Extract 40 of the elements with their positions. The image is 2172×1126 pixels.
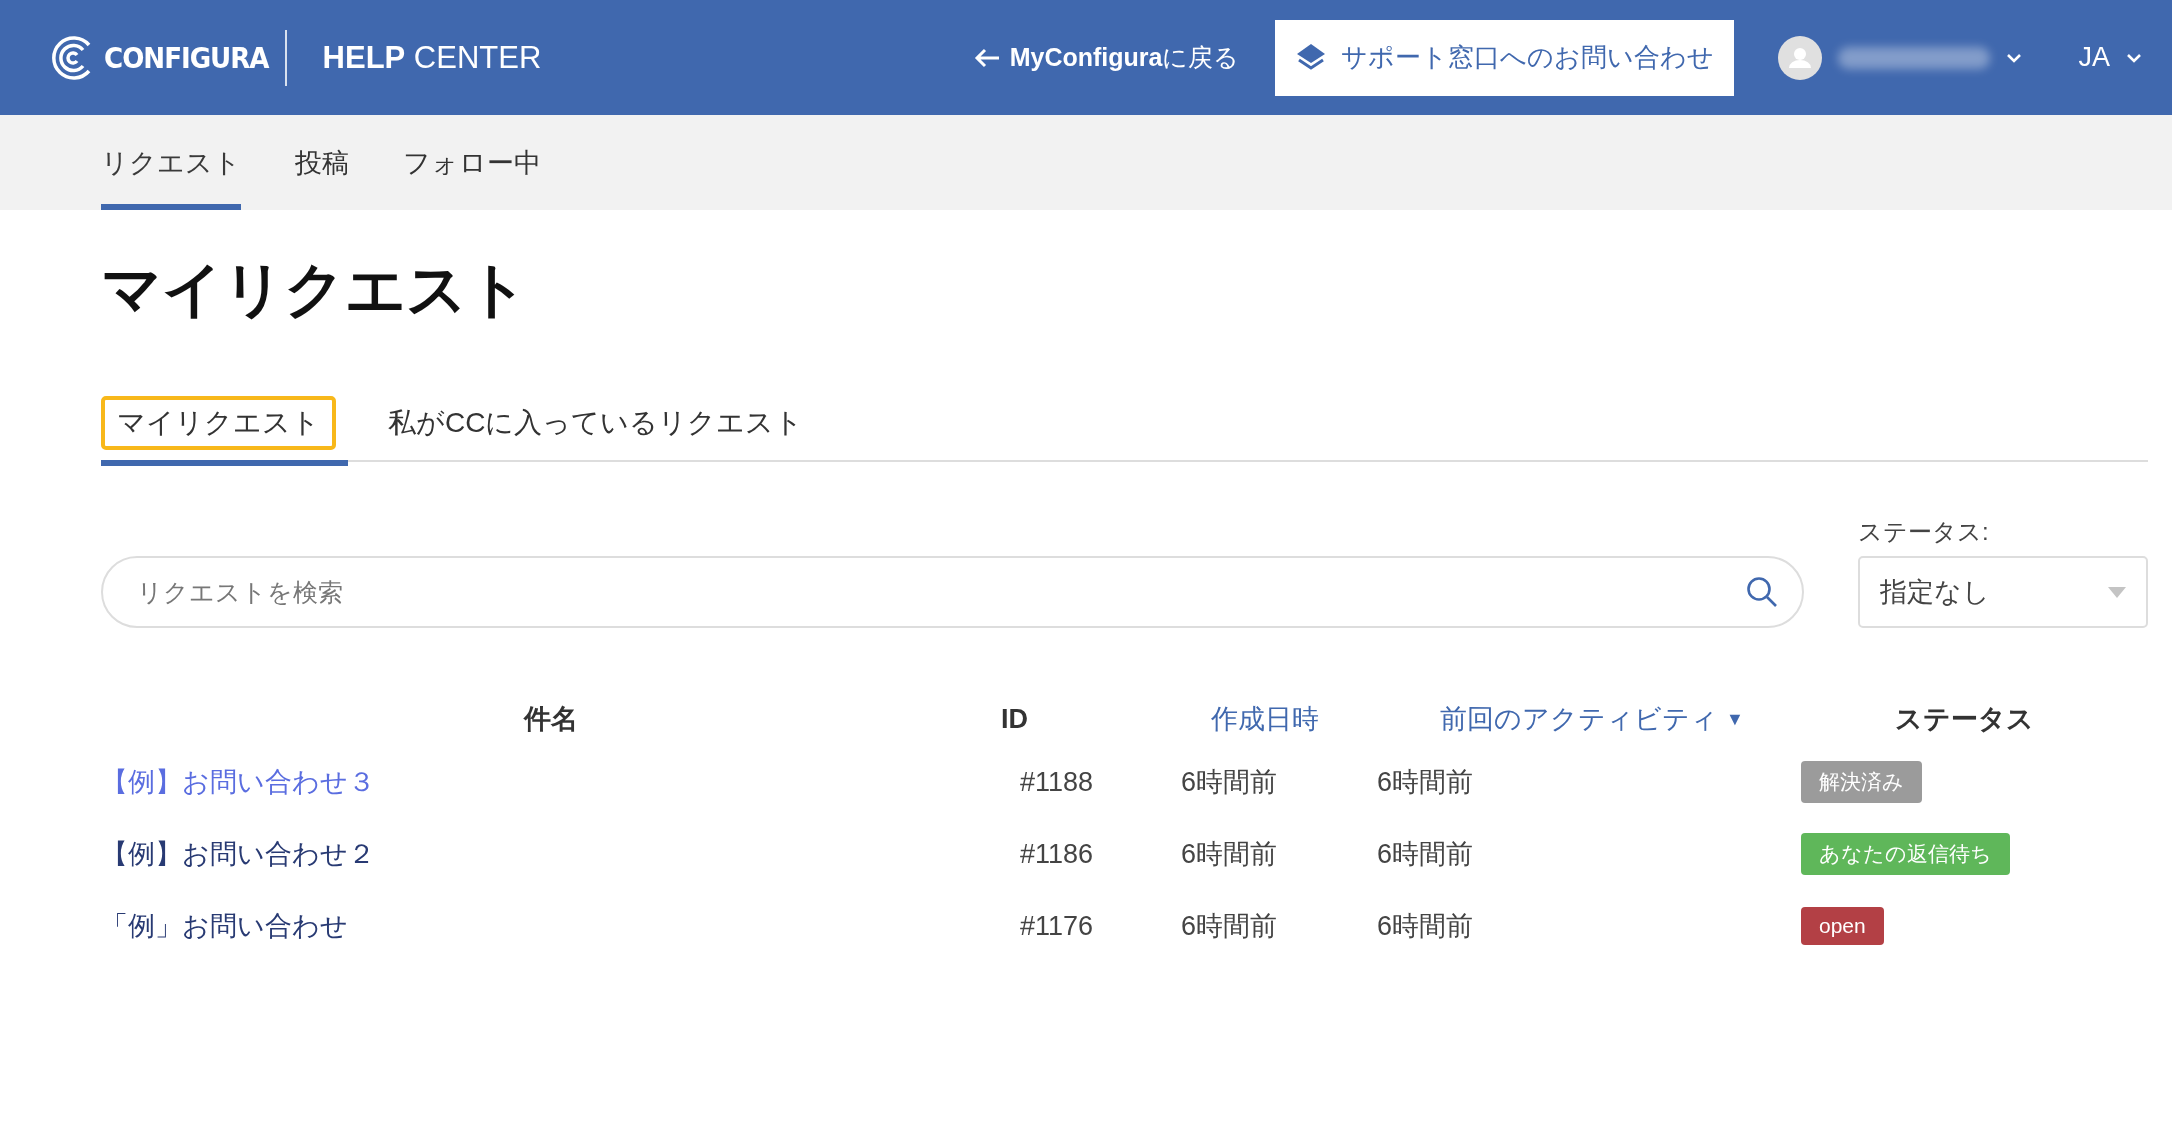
activity-time: 6時間前 — [1377, 838, 1474, 871]
back-link[interactable]: MyConfiguraに戻る — [973, 41, 1240, 74]
created-time: 6時間前 — [1181, 766, 1278, 799]
request-link[interactable]: 【例】お問い合わせ３ — [101, 764, 375, 800]
support-button[interactable]: サポート窓口へのお問い合わせ — [1275, 19, 1735, 96]
request-link[interactable]: 「例」お問い合わせ — [101, 908, 348, 944]
status-badge: 解決済み — [1801, 761, 1922, 803]
request-id: #1186 — [1019, 838, 1093, 870]
search-field[interactable]: リクエストを検索 — [101, 556, 1804, 628]
sort-indicator: ▼ — [1726, 708, 1744, 730]
request-tab[interactable]: 私がCCに入っているリクエスト — [388, 386, 804, 466]
avatar-icon[interactable] — [1778, 35, 1823, 80]
column-header: 件名 — [524, 703, 578, 736]
chevron-down-icon — [2126, 52, 2142, 63]
request-id: #1188 — [1019, 766, 1093, 798]
caret-down-icon — [2108, 586, 2126, 598]
help-center-title: HELP CENTER — [322, 39, 542, 76]
search-icon — [1746, 576, 1778, 608]
nav-tab[interactable]: フォロー中 — [403, 115, 541, 210]
activity-time: 6時間前 — [1377, 910, 1474, 943]
nav-tab[interactable]: リクエスト — [101, 115, 241, 210]
page-title: マイリクエスト — [101, 255, 529, 325]
status-dropdown[interactable]: 指定なし — [1858, 556, 2148, 628]
sort-link[interactable]: 前回のアクティビティ — [1440, 701, 1718, 737]
request-id: #1176 — [1019, 910, 1093, 942]
chevron-down-icon — [2006, 52, 2023, 63]
sort-link[interactable]: 作成日時 — [1211, 701, 1319, 737]
status-filter-label: ステータス: — [1858, 517, 1990, 547]
created-time: 6時間前 — [1181, 838, 1278, 871]
created-time: 6時間前 — [1181, 910, 1278, 943]
column-header: ID — [1001, 703, 1028, 735]
arrow-left-icon — [973, 47, 1000, 68]
logo-text: CONFIGURA — [104, 40, 269, 75]
language-menu[interactable]: JA — [2072, 41, 2148, 74]
column-header: ステータス — [1895, 703, 2034, 736]
request-link[interactable]: 【例】お問い合わせ２ — [101, 836, 375, 872]
status-badge: あなたの返信待ち — [1801, 833, 2010, 875]
activity-time: 6時間前 — [1377, 766, 1474, 799]
nav-tab[interactable]: 投稿 — [295, 115, 349, 210]
status-badge: open — [1801, 907, 1884, 945]
